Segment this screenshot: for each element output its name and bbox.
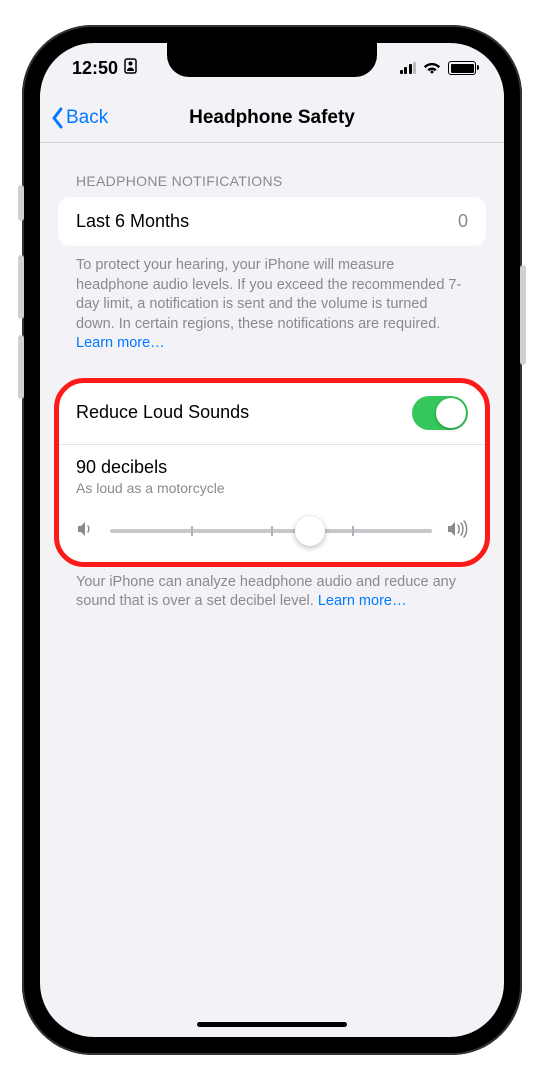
row-value: 0: [458, 211, 468, 232]
group-reduce-loud-wrap: Reduce Loud Sounds 90 decibels As loud a…: [58, 382, 486, 563]
row-decibel-readout: 90 decibels As loud as a motorcycle: [58, 445, 486, 502]
footer-notifications: To protect your hearing, your iPhone wil…: [58, 246, 486, 354]
chevron-left-icon: [50, 107, 64, 129]
decibel-comparison: As loud as a motorcycle: [76, 480, 468, 496]
slider-thumb[interactable]: [295, 516, 325, 546]
group-notifications: Last 6 Months 0: [58, 197, 486, 246]
cellular-icon: [400, 62, 417, 74]
notch: [167, 43, 377, 77]
row-label: Last 6 Months: [76, 211, 189, 232]
battery-icon: [448, 61, 476, 75]
status-time: 12:50: [72, 58, 118, 79]
home-indicator[interactable]: [197, 1022, 347, 1027]
back-label: Back: [66, 107, 108, 129]
learn-more-link[interactable]: Learn more…: [76, 335, 165, 351]
group-reduce-loud: Reduce Loud Sounds 90 decibels As loud a…: [58, 382, 486, 563]
power-button: [520, 265, 526, 365]
mute-switch: [18, 185, 24, 221]
id-card-icon: [124, 58, 137, 79]
screen: 12:50 Back Headphone Safety: [40, 43, 504, 1037]
phone-frame: 12:50 Back Headphone Safety: [22, 25, 522, 1055]
row-last-6-months[interactable]: Last 6 Months 0: [58, 197, 486, 246]
row-decibel-slider: [58, 502, 486, 563]
reduce-loud-toggle[interactable]: [412, 396, 468, 430]
decibel-slider[interactable]: [110, 529, 432, 533]
vol-up-button: [18, 255, 24, 319]
settings-content: HEADPHONE NOTIFICATIONS Last 6 Months 0 …: [40, 143, 504, 612]
speaker-high-icon: [446, 520, 468, 543]
section-header-notifications: HEADPHONE NOTIFICATIONS: [58, 143, 486, 197]
page-title: Headphone Safety: [40, 107, 504, 129]
back-button[interactable]: Back: [40, 107, 108, 129]
decibel-value: 90 decibels: [76, 457, 468, 478]
vol-down-button: [18, 335, 24, 399]
footer-reduce-loud: Your iPhone can analyze headphone audio …: [58, 563, 486, 612]
toggle-label: Reduce Loud Sounds: [76, 402, 249, 423]
speaker-low-icon: [76, 520, 96, 543]
row-reduce-loud-sounds[interactable]: Reduce Loud Sounds: [58, 382, 486, 444]
learn-more-link-2[interactable]: Learn more…: [318, 593, 407, 609]
nav-bar: Back Headphone Safety: [40, 93, 504, 143]
wifi-icon: [423, 58, 441, 79]
